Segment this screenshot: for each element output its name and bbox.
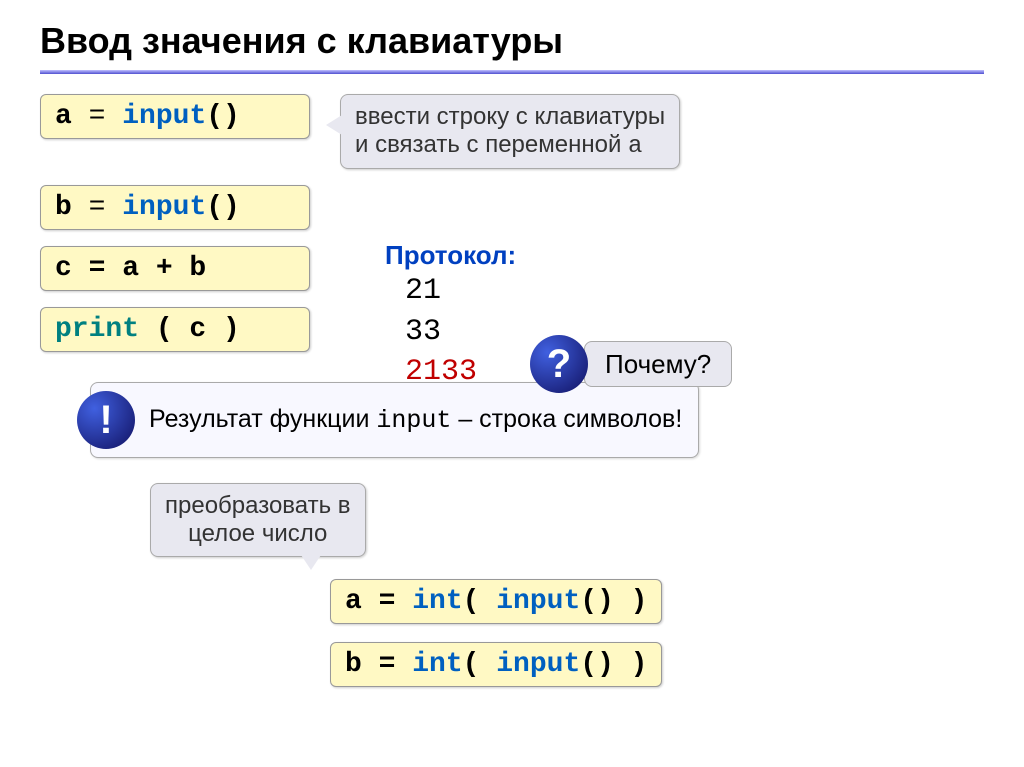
callout-tail-down-icon bbox=[301, 555, 321, 570]
info-text: Результат функции input – строка символо… bbox=[149, 405, 682, 435]
code-fn-input: input bbox=[122, 101, 206, 132]
why-block: ? Почему? bbox=[530, 335, 732, 393]
int-b-post: () ) bbox=[580, 649, 647, 680]
protocol-block: Протокол: 21 33 2133 bbox=[385, 240, 516, 393]
callout-convert: преобразовать в целое число bbox=[150, 483, 366, 557]
why-callout: Почему? bbox=[584, 341, 732, 387]
code-eq-2: = bbox=[72, 192, 122, 223]
code-var-b: b bbox=[55, 192, 72, 223]
int-b-pre: b = bbox=[345, 649, 412, 680]
protocol-value-1: 21 bbox=[405, 271, 516, 312]
int-b-fn2: input bbox=[496, 649, 580, 680]
int-a-post: () ) bbox=[580, 586, 647, 617]
callout-tail-icon bbox=[326, 115, 342, 135]
convert-line-2: целое число bbox=[165, 520, 351, 548]
exclaim-badge-icon: ! bbox=[77, 391, 135, 449]
page-title: Ввод значения с клавиатуры bbox=[40, 20, 984, 62]
result-pre: Результат функции bbox=[149, 405, 376, 433]
code-int-a: a = int( input() ) bbox=[330, 579, 662, 624]
why-text: Почему? bbox=[605, 349, 711, 380]
title-underline bbox=[40, 70, 984, 74]
question-badge-icon: ? bbox=[530, 335, 588, 393]
code-arg-c: ( c ) bbox=[139, 314, 240, 345]
callout-text-1: ввести строку с клавиатуры bbox=[355, 103, 665, 130]
code-parens: () bbox=[206, 101, 240, 132]
code-line-3: c = a + b bbox=[40, 246, 310, 291]
result-fn: input bbox=[376, 406, 451, 435]
protocol-value-3: 2133 bbox=[405, 352, 516, 393]
code-int-b: b = int( input() ) bbox=[330, 642, 662, 687]
convert-line-1: преобразовать в bbox=[165, 492, 351, 520]
result-post: – строка символов! bbox=[451, 405, 682, 433]
protocol-value-2: 33 bbox=[405, 312, 516, 353]
code-line-1: a = input() bbox=[40, 94, 310, 139]
code-var-a: a bbox=[55, 101, 72, 132]
code-fn-print: print bbox=[55, 314, 139, 345]
int-b-mid: ( bbox=[463, 649, 497, 680]
code-line-2: b = input() bbox=[40, 185, 310, 230]
callout-text-2b: a bbox=[628, 133, 642, 160]
code-fn-input-2: input bbox=[122, 192, 206, 223]
int-a-mid: ( bbox=[463, 586, 497, 617]
code-eq: = bbox=[72, 101, 122, 132]
callout-input-explain: ввести строку с клавиатуры и связать с п… bbox=[340, 94, 680, 169]
code-parens-2: () bbox=[206, 192, 240, 223]
info-bar-result: ! Результат функции input – строка симво… bbox=[90, 382, 699, 458]
int-a-pre: a = bbox=[345, 586, 412, 617]
protocol-label: Протокол: bbox=[385, 240, 516, 271]
code-line-4: print ( c ) bbox=[40, 307, 310, 352]
callout-text-2a: и связать с переменной bbox=[355, 131, 628, 158]
int-b-fn1: int bbox=[412, 649, 462, 680]
int-a-fn1: int bbox=[412, 586, 462, 617]
int-a-fn2: input bbox=[496, 586, 580, 617]
